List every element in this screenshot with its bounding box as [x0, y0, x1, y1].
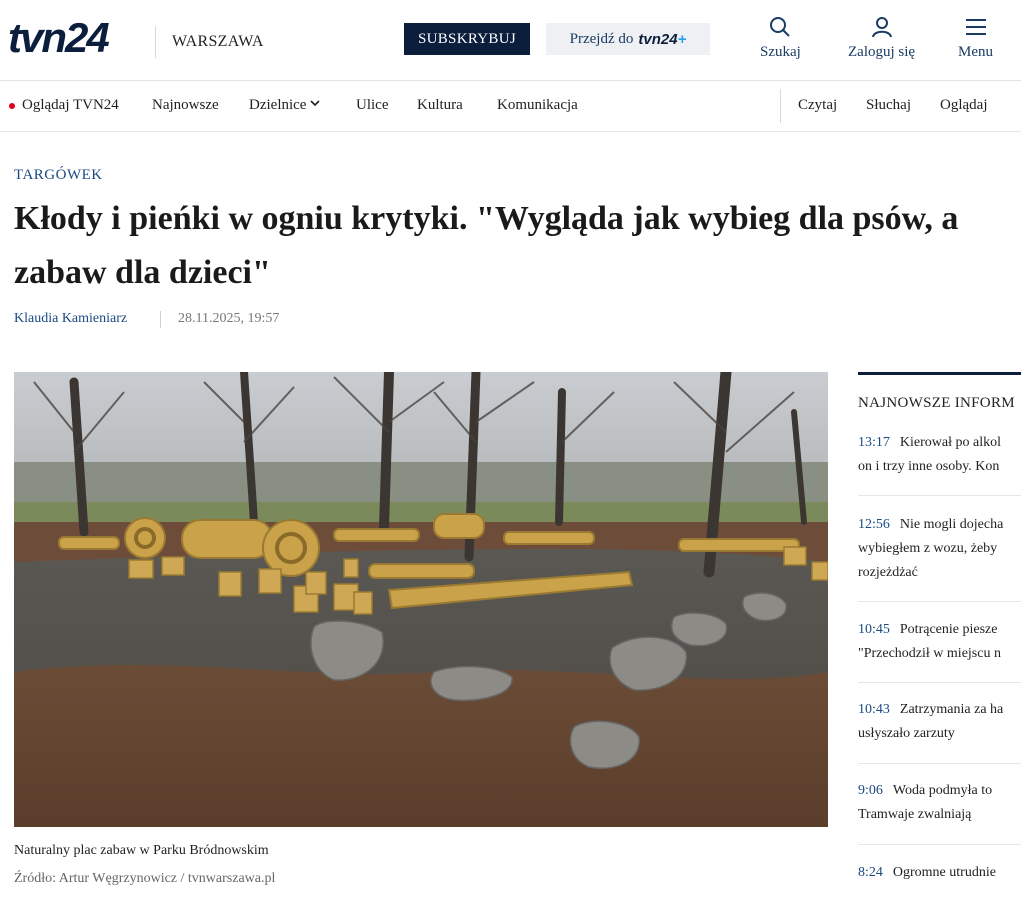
news-text-line2: "Przechodził w miejscu n [858, 646, 1001, 661]
park-playground-image [14, 372, 828, 827]
chevron-down-icon [310, 100, 321, 107]
news-text-line2: usłyszało zarzuty [858, 726, 955, 741]
news-time: 9:06 [858, 783, 883, 798]
article-photo[interactable] [14, 372, 828, 827]
nav-item-dzielnice-label: Dzielnice [249, 97, 307, 113]
news-text-line1: Woda podmyła to [892, 783, 993, 798]
nav-item-czytaj[interactable]: Czytaj [798, 97, 837, 114]
publish-date: 28.11.2025, 19:57 [178, 311, 280, 326]
news-text-line2: wybiegłem z wozu, żeby [858, 541, 998, 556]
article-title: Kłody i pieńki w ogniu krytyki. "Wygląda… [14, 192, 1021, 300]
title-line-1: Kłody i pieńki w ogniu krytyki. "Wygląda… [14, 200, 959, 237]
tvn24plus-logo: tvn24+ [638, 30, 687, 48]
login-label: Zaloguj się [848, 44, 916, 60]
goto-tvn24plus-button[interactable]: Przejdź do tvn24+ [546, 23, 710, 55]
news-time: 12:56 [858, 517, 890, 532]
news-divider [858, 682, 1021, 683]
news-time: 8:24 [858, 865, 883, 880]
news-item[interactable]: 8:24 Ogromne utrudnie [858, 861, 1021, 885]
news-text-line1: Nie mogli dojecha [899, 517, 1004, 532]
top-header: tvn24 WARSZAWA SUBSKRYBUJ Przejdź do tvn… [0, 0, 1021, 81]
latest-news-sidebar: NAJNOWSZE INFORM 13:17 Kierował po alkol … [858, 372, 1021, 905]
news-divider [858, 763, 1021, 764]
nav-item-ogladaj[interactable]: Oglądaj [940, 97, 987, 114]
sidebar-title: NAJNOWSZE INFORM [858, 395, 1015, 411]
news-item[interactable]: 13:17 Kierował po alkol on i trzy inne os… [858, 431, 1021, 479]
meta-divider [160, 311, 161, 328]
news-text-line1: Potrącenie piesze [899, 622, 998, 637]
news-divider [858, 495, 1021, 496]
photo-caption: Naturalny plac zabaw w Parku Bródnowskim [14, 843, 269, 858]
search-button[interactable]: Szukaj [760, 16, 801, 61]
title-line-2: zabaw dla dzieci" [14, 254, 271, 291]
hamburger-icon [965, 19, 986, 35]
menu-label: Menu [958, 44, 993, 60]
news-text-line1: Kierował po alkol [899, 435, 1001, 450]
nav-watch-live[interactable]: Oglądaj TVN24 [22, 97, 119, 114]
news-text-line3: rozjeżdżać [858, 565, 918, 580]
logo-divider [155, 26, 156, 58]
section-label[interactable]: TARGÓWEK [14, 167, 103, 184]
menu-button[interactable]: Menu [958, 16, 993, 61]
user-icon [871, 17, 892, 38]
nav-item-kultura[interactable]: Kultura [417, 97, 463, 114]
nav-item-sluchaj[interactable]: Słuchaj [866, 97, 911, 114]
news-text-line2: on i trzy inne osoby. Kon [858, 459, 1000, 474]
search-label: Szukaj [760, 44, 801, 60]
news-text-line1: Ogromne utrudnie [892, 865, 996, 880]
news-text-line2: Tramwaje zwalniają [858, 807, 972, 822]
tvn24-logo[interactable]: tvn24 [8, 17, 110, 59]
news-divider [858, 601, 1021, 602]
news-time: 10:45 [858, 622, 890, 637]
nav-item-ulice[interactable]: Ulice [356, 97, 388, 114]
news-text-line1: Zatrzymania za ha [899, 702, 1004, 717]
subscribe-button[interactable]: SUBSKRYBUJ [404, 23, 530, 55]
search-icon [770, 17, 791, 37]
main-nav: Oglądaj TVN24 Najnowsze Dzielnice Ulice … [0, 81, 1021, 132]
goto-label: Przejdź do [569, 30, 634, 47]
nav-divider [780, 89, 781, 123]
nav-item-najnowsze[interactable]: Najnowsze [152, 97, 219, 114]
nav-item-komunikacja[interactable]: Komunikacja [497, 97, 578, 114]
news-item[interactable]: 10:43 Zatrzymania za ha usłyszało zarzuty [858, 698, 1021, 746]
news-divider [858, 844, 1021, 845]
news-item[interactable]: 9:06 Woda podmyła to Tramwaje zwalniają [858, 779, 1021, 827]
news-time: 13:17 [858, 435, 890, 450]
news-time: 10:43 [858, 702, 890, 717]
author-link[interactable]: Klaudia Kamieniarz [14, 311, 127, 327]
photo-source: Źródło: Artur Węgrzynowicz / tvnwarszawa… [14, 871, 276, 886]
login-button[interactable]: Zaloguj się [848, 16, 915, 61]
live-dot-icon [9, 103, 15, 109]
news-item[interactable]: 12:56 Nie mogli dojecha wybiegłem z wozu,… [858, 513, 1021, 585]
city-label[interactable]: WARSZAWA [172, 33, 264, 51]
news-item[interactable]: 10:45 Potrącenie piesze "Przechodził w mi… [858, 618, 1021, 666]
nav-item-dzielnice[interactable]: Dzielnice [249, 97, 321, 114]
